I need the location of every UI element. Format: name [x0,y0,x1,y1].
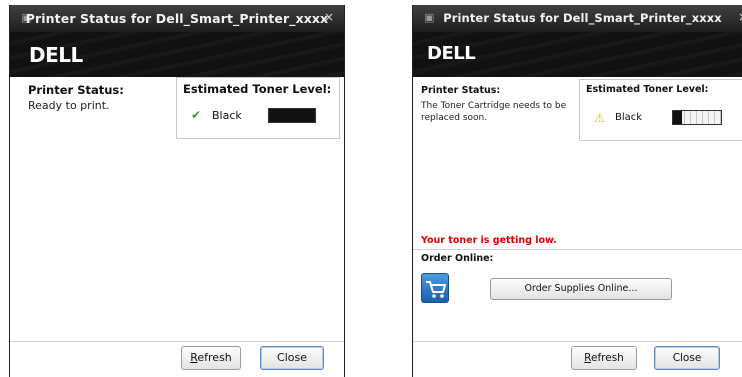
printer-status-label: Printer Status: [28,83,124,97]
printer-status-window-ready: ▣ Printer Status for Dell_Smart_Printer_… [9,5,345,377]
refresh-button[interactable]: Refresh [181,346,241,370]
toner-level-bar [672,110,722,125]
close-icon[interactable]: × [738,10,742,24]
toner-level-panel: Estimated Toner Level: ✔ Black [176,77,340,139]
button-divider [413,341,742,342]
title-bar[interactable]: ▣ Printer Status for Dell_Smart_Printer_… [413,5,742,32]
close-button[interactable]: Close [260,346,324,370]
refresh-button[interactable]: Refresh [571,346,637,370]
printer-status-text: Ready to print. [28,99,110,112]
refresh-button-label: efresh [197,351,232,364]
dell-logo: DELL [427,43,476,64]
dell-logo: DELL [29,43,83,67]
window-title: Printer Status for Dell_Smart_Printer_xx… [443,11,722,25]
order-online-label: Order Online: [421,253,494,264]
low-toner-warning: Your toner is getting low. [421,235,557,246]
toner-level-fill [673,111,682,124]
refresh-button-label: efresh [591,352,624,364]
toner-color-name: Black [212,109,242,122]
dell-banner: DELL [413,32,742,77]
toner-level-panel: Estimated Toner Level: ⚠ Black [579,79,742,141]
shopping-cart-icon [421,273,449,303]
close-icon[interactable]: × [324,10,334,24]
toner-level-fill [269,109,315,122]
refresh-mnemonic: R [584,352,591,364]
shopping-cart-glyph [426,281,446,298]
printer-status-text: The Toner Cartridge needs to be replaced… [421,101,567,123]
close-button[interactable]: Close [654,346,720,370]
toner-color-name: Black [615,112,643,123]
window-title: Printer Status for Dell_Smart_Printer_xx… [25,11,329,26]
check-icon: ✔ [191,108,202,122]
order-supplies-online-button[interactable]: Order Supplies Online... [490,278,672,300]
title-bar[interactable]: ▣ Printer Status for Dell_Smart_Printer_… [10,5,344,32]
warning-icon: ⚠ [594,111,605,125]
button-divider [10,341,344,342]
dell-banner: DELL [10,32,344,77]
toner-level-title: Estimated Toner Level: [586,84,709,95]
toner-level-bar [268,108,316,123]
order-divider [413,249,742,250]
toner-level-title: Estimated Toner Level: [183,82,332,96]
printer-status-label: Printer Status: [421,85,501,96]
printer-status-window-low-toner: ▣ Printer Status for Dell_Smart_Printer_… [412,5,742,377]
